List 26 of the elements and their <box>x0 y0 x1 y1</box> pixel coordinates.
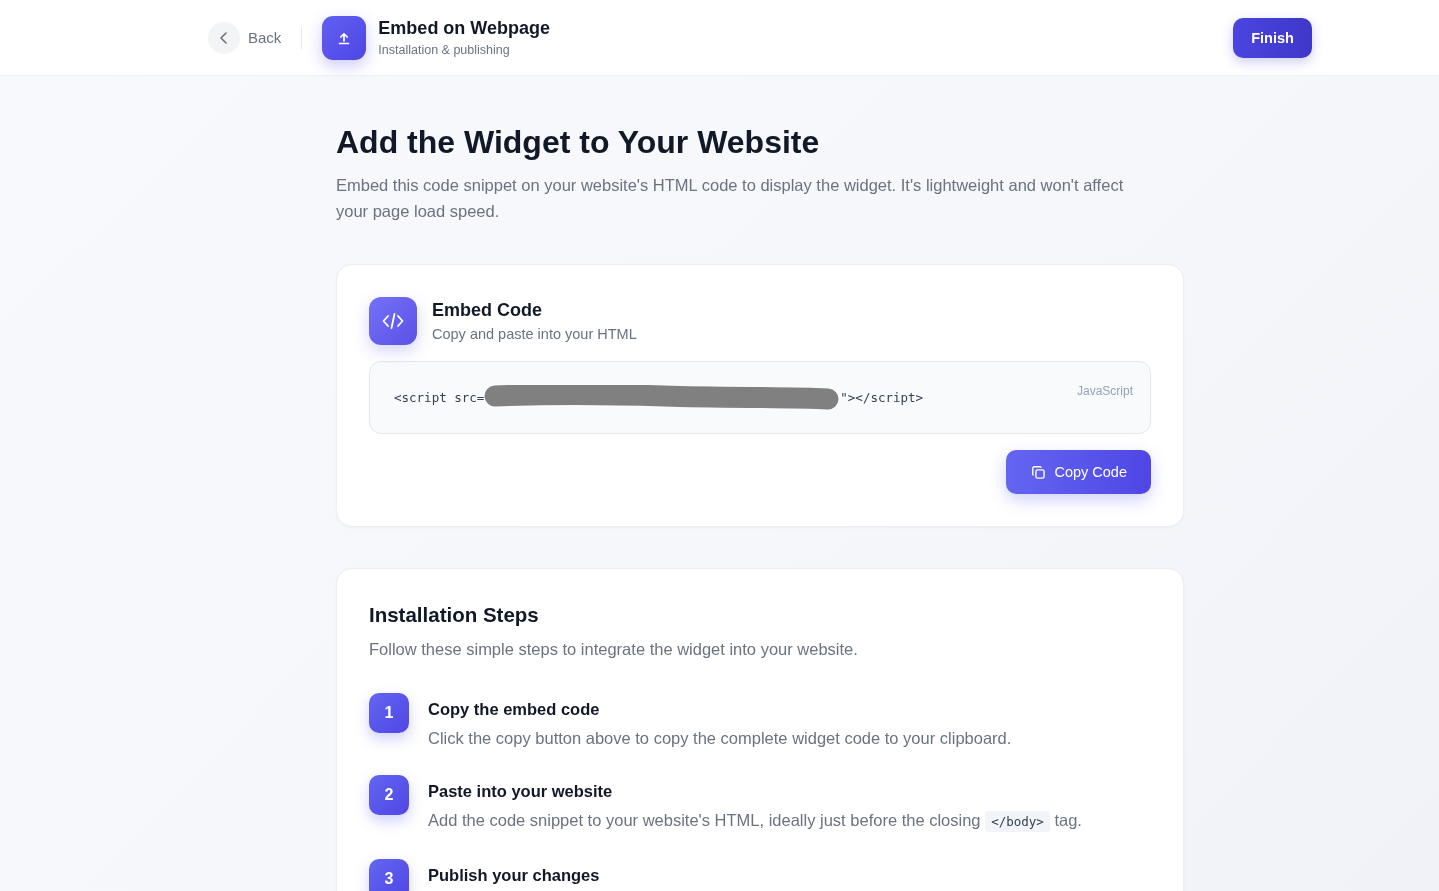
upload-icon <box>322 15 367 60</box>
card-title: Installation Steps <box>369 602 540 628</box>
page-subtitle: Installation & publishing <box>378 42 511 59</box>
back-button[interactable]: Back <box>208 21 282 54</box>
card-title: Embed Code <box>432 299 543 322</box>
finish-button[interactable]: Finish <box>1233 17 1312 58</box>
section-heading: Add the Widget to Your Website <box>336 123 821 162</box>
code-text: "></script> <box>840 389 924 407</box>
step-description: Click the copy button above to copy the complete widget code to your clipboard. <box>428 728 1012 749</box>
card-subtitle: Copy and paste into your HTML <box>432 325 637 344</box>
code-text: <script src= <box>394 389 485 407</box>
step-number: 3 <box>369 859 409 891</box>
step-number: 2 <box>369 775 409 815</box>
code-icon <box>369 297 417 345</box>
chevron-left-icon <box>208 21 240 54</box>
step-description: Add the code snippet to your website's HTML, ideally just before the closing </body> tag. <box>428 808 1082 834</box>
card-description: Follow these simple steps to integrate the widget into your website. <box>369 639 859 660</box>
step-title: Copy the embed code <box>428 699 601 720</box>
language-label: JavaScript <box>1076 383 1133 399</box>
copy-code-button[interactable]: Copy Code <box>1006 450 1151 494</box>
step-title: Publish your changes <box>428 865 600 886</box>
step-title: Paste into your website <box>428 781 614 802</box>
copy-icon <box>1032 465 1046 479</box>
step-number: 1 <box>369 693 409 733</box>
page-title: Embed on Webpage <box>378 17 551 40</box>
section-description: Embed this code snippet on your website's HTML code to display the widget. It's lightweight and won't affect your page load speed. <box>336 175 1125 222</box>
